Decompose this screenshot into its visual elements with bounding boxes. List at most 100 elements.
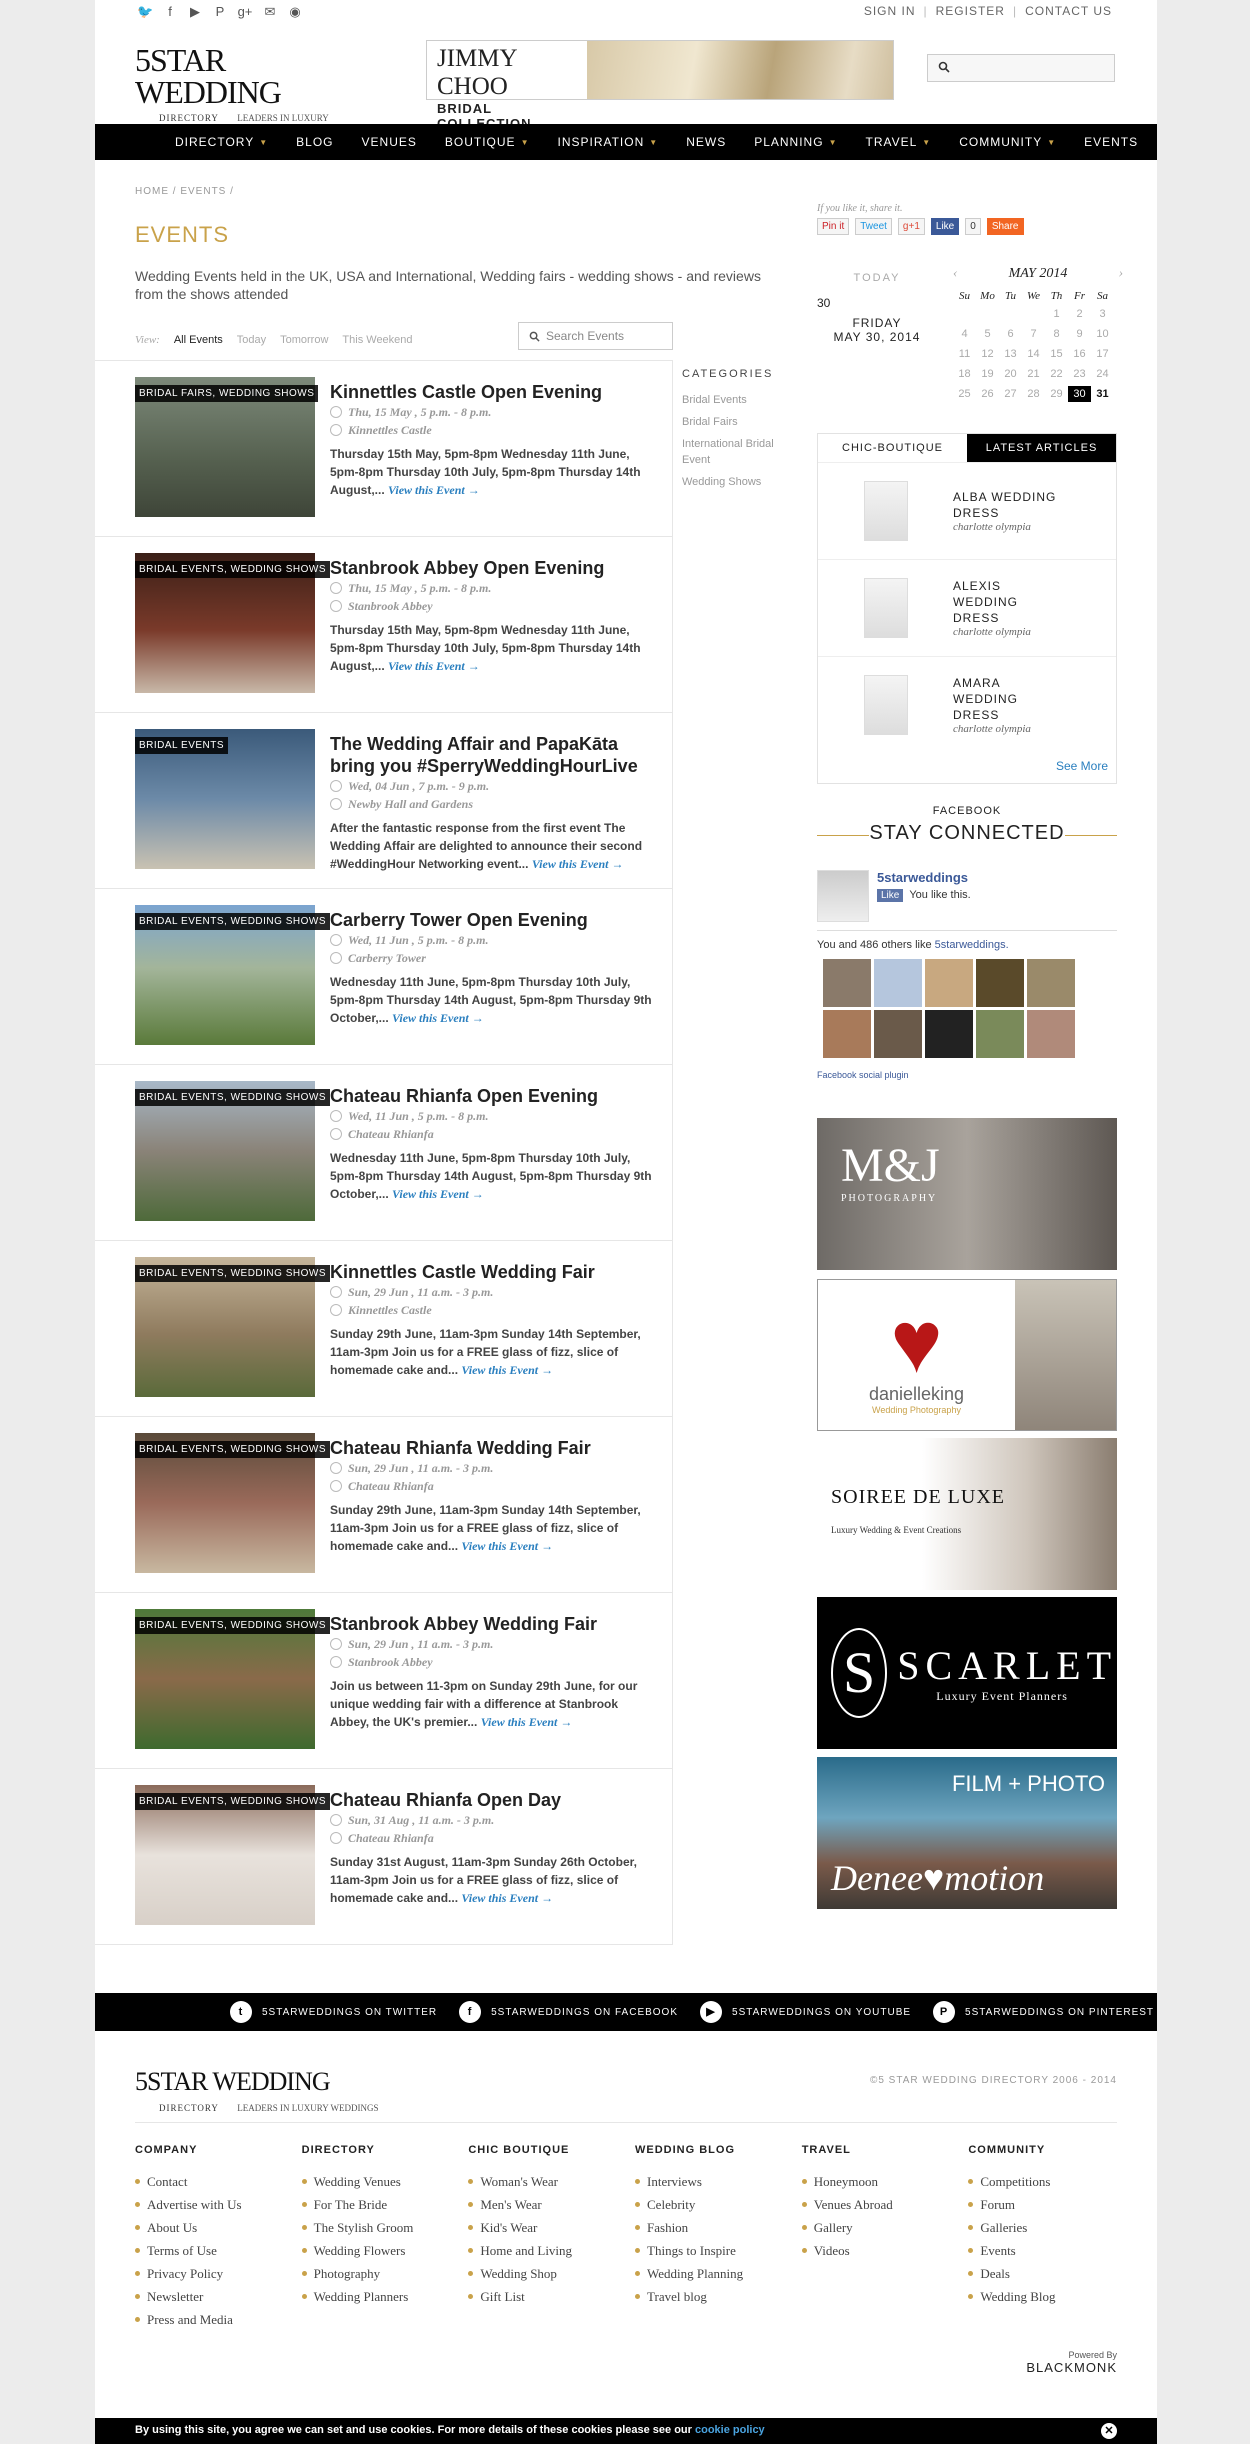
footer-link[interactable]: Home and Living bbox=[468, 2239, 635, 2262]
twitter-link[interactable]: t 5STARWEDDINGS ON TWITTER bbox=[230, 2001, 437, 2023]
fan-avatar[interactable] bbox=[925, 1010, 973, 1058]
view-event-link[interactable]: View this Event → bbox=[392, 1011, 484, 1025]
tweet-button[interactable]: Tweet bbox=[855, 218, 892, 235]
facebook-icon[interactable]: f bbox=[162, 4, 178, 20]
calendar-day[interactable]: 1 bbox=[1045, 306, 1068, 322]
footer-link[interactable]: Wedding Shop bbox=[468, 2262, 635, 2285]
youtube-icon[interactable]: ▶ bbox=[187, 4, 203, 20]
footer-link[interactable]: Travel blog bbox=[635, 2285, 802, 2308]
filter-tomorrow[interactable]: Tomorrow bbox=[280, 334, 328, 346]
facebook-page-avatar[interactable] bbox=[817, 870, 869, 922]
view-event-link[interactable]: View this Event → bbox=[461, 1891, 553, 1905]
view-event-link[interactable]: View this Event → bbox=[461, 1363, 553, 1377]
calendar-day[interactable]: 14 bbox=[1022, 346, 1045, 362]
pinterest-pin-button[interactable]: Pin it bbox=[817, 218, 850, 235]
nav-travel[interactable]: TRAVEL ▼ bbox=[865, 135, 931, 149]
nav-community[interactable]: COMMUNITY ▼ bbox=[959, 135, 1056, 149]
footer-link[interactable]: Things to Inspire bbox=[635, 2239, 802, 2262]
category-bridal-events[interactable]: Bridal Events bbox=[682, 392, 792, 408]
site-search-input[interactable] bbox=[927, 54, 1115, 82]
footer-link[interactable]: Fashion bbox=[635, 2216, 802, 2239]
footer-link[interactable]: Men's Wear bbox=[468, 2193, 635, 2216]
nav-planning[interactable]: PLANNING ▼ bbox=[754, 135, 837, 149]
facebook-page-link[interactable]: 5starweddings. bbox=[935, 939, 1009, 951]
event-item[interactable]: BRIDAL FAIRS, WEDDING SHOWS Kinnettles C… bbox=[95, 361, 672, 537]
event-image[interactable]: BRIDAL EVENTS, WEDDING SHOWS bbox=[135, 553, 330, 693]
footer-link[interactable]: Deals bbox=[968, 2262, 1135, 2285]
nav-boutique[interactable]: BOUTIQUE ▼ bbox=[445, 135, 530, 149]
email-icon[interactable]: ✉ bbox=[262, 4, 278, 20]
calendar-day[interactable]: 30 bbox=[1068, 386, 1091, 402]
event-title[interactable]: Chateau Rhianfa Open Evening bbox=[330, 1085, 660, 1107]
event-item[interactable]: BRIDAL EVENTS, WEDDING SHOWS Chateau Rhi… bbox=[95, 1417, 672, 1593]
event-image[interactable]: BRIDAL EVENTS, WEDDING SHOWS bbox=[135, 1785, 330, 1925]
google-plus-button[interactable]: g+1 bbox=[897, 218, 925, 235]
product-name[interactable]: ALEXIS WEDDING DRESS bbox=[953, 578, 1063, 626]
jimmy-choo-banner[interactable]: JIMMY CHOO BRIDAL COLLECTION bbox=[426, 40, 894, 131]
nav-blog[interactable]: BLOG bbox=[296, 135, 333, 149]
breadcrumb[interactable]: HOME / EVENTS / bbox=[135, 186, 234, 197]
footer-link[interactable]: Wedding Venues bbox=[301, 2170, 469, 2193]
event-title[interactable]: The Wedding Affair and PapaKāta bring yo… bbox=[330, 733, 660, 777]
product-image[interactable] bbox=[864, 578, 908, 638]
product-item[interactable]: AMARA WEDDING DRESS charlotte olympia bbox=[818, 656, 1116, 753]
footer-link[interactable]: Press and Media bbox=[135, 2308, 302, 2331]
share-button[interactable]: Share bbox=[986, 218, 1024, 235]
footer-link[interactable]: Kid's Wear bbox=[468, 2216, 635, 2239]
event-image[interactable]: BRIDAL EVENTS, WEDDING SHOWS bbox=[135, 1257, 330, 1397]
close-icon[interactable]: ✕ bbox=[1101, 2423, 1117, 2439]
ad-soiree-de-luxe[interactable]: SOIREE DE LUXE Luxury Wedding & Event Cr… bbox=[817, 1438, 1117, 1590]
nav-news[interactable]: NEWS bbox=[686, 135, 726, 149]
fan-avatar[interactable] bbox=[874, 1010, 922, 1058]
product-image[interactable] bbox=[864, 481, 908, 541]
view-event-link[interactable]: View this Event → bbox=[392, 1187, 484, 1201]
tab-latest-articles[interactable]: LATEST ARTICLES bbox=[967, 434, 1116, 462]
calendar-day[interactable]: 20 bbox=[999, 366, 1022, 382]
fan-avatar[interactable] bbox=[976, 1010, 1024, 1058]
product-image[interactable] bbox=[864, 675, 908, 735]
footer-link[interactable]: For The Bride bbox=[301, 2193, 469, 2216]
fan-avatar[interactable] bbox=[976, 959, 1024, 1007]
event-item[interactable]: BRIDAL EVENTS, WEDDING SHOWS Chateau Rhi… bbox=[95, 1769, 672, 1945]
event-image[interactable]: BRIDAL EVENTS bbox=[135, 729, 315, 869]
filter-today[interactable]: Today bbox=[237, 334, 266, 346]
calendar-day[interactable]: 16 bbox=[1068, 346, 1091, 362]
footer-link[interactable]: Galleries bbox=[968, 2216, 1135, 2239]
twitter-icon[interactable]: 🐦 bbox=[137, 4, 153, 20]
facebook-like-button[interactable]: Like bbox=[877, 889, 904, 902]
tab-chic-boutique[interactable]: CHIC-BOUTIQUE bbox=[818, 434, 967, 462]
calendar-day[interactable]: 23 bbox=[1068, 366, 1091, 382]
facebook-link[interactable]: f 5STARWEDDINGS ON FACEBOOK bbox=[459, 2001, 678, 2023]
fan-avatar[interactable] bbox=[823, 1010, 871, 1058]
nav-events[interactable]: EVENTS bbox=[1084, 135, 1138, 149]
calendar-day[interactable]: 22 bbox=[1045, 366, 1068, 382]
footer-link[interactable]: Wedding Planning bbox=[635, 2262, 802, 2285]
fan-avatar[interactable] bbox=[1027, 1010, 1075, 1058]
calendar-day[interactable]: 5 bbox=[976, 326, 999, 342]
view-event-link[interactable]: View this Event → bbox=[481, 1715, 573, 1729]
event-title[interactable]: Chateau Rhianfa Open Day bbox=[330, 1789, 660, 1811]
event-image[interactable]: BRIDAL EVENTS, WEDDING SHOWS bbox=[135, 1081, 330, 1221]
calendar-day[interactable]: 25 bbox=[953, 386, 976, 402]
sign-in-link[interactable]: SIGN IN bbox=[864, 4, 916, 18]
register-link[interactable]: REGISTER bbox=[936, 4, 1005, 18]
product-name[interactable]: ALBA WEDDING DRESS bbox=[953, 489, 1063, 521]
calendar-day[interactable]: 7 bbox=[1022, 326, 1045, 342]
footer-link[interactable]: Wedding Blog bbox=[968, 2285, 1135, 2308]
calendar-day[interactable]: 18 bbox=[953, 366, 976, 382]
event-search-input[interactable]: Search Events bbox=[518, 322, 673, 350]
pinterest-icon[interactable]: P bbox=[212, 4, 228, 20]
facebook-like-button[interactable]: Like bbox=[930, 218, 960, 235]
fan-avatar[interactable] bbox=[874, 959, 922, 1007]
cookie-policy-link[interactable]: cookie policy bbox=[695, 2424, 765, 2436]
google-plus-icon[interactable]: g+ bbox=[237, 4, 253, 20]
view-event-link[interactable]: View this Event → bbox=[388, 483, 480, 497]
footer-link[interactable]: Gift List bbox=[468, 2285, 635, 2308]
footer-link[interactable]: Forum bbox=[968, 2193, 1135, 2216]
filter-all-events[interactable]: All Events bbox=[174, 334, 223, 346]
calendar-next-icon[interactable]: › bbox=[1118, 266, 1123, 282]
event-item[interactable]: BRIDAL EVENTS, WEDDING SHOWS Stanbrook A… bbox=[95, 1593, 672, 1769]
ad-deneemotion[interactable]: FILM + PHOTO Denee♥motion bbox=[817, 1757, 1117, 1909]
event-image[interactable]: BRIDAL FAIRS, WEDDING SHOWS bbox=[135, 377, 319, 517]
footer-link[interactable]: Photography bbox=[301, 2262, 469, 2285]
